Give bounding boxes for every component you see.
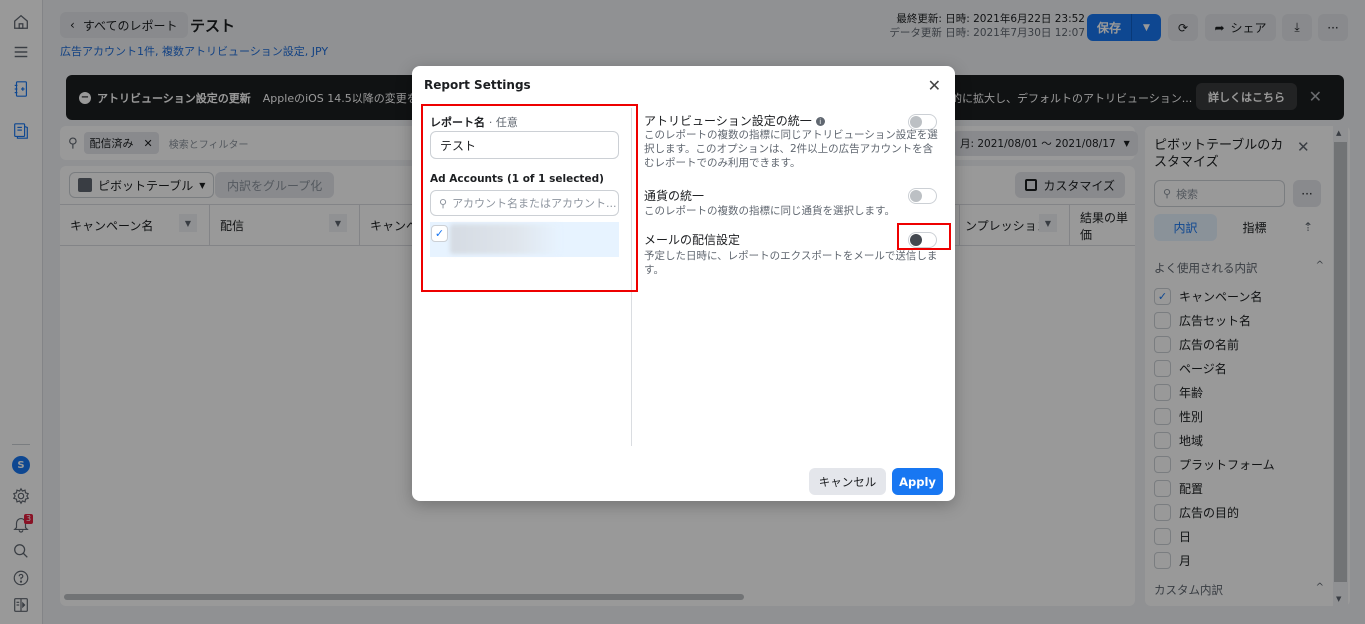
checkmark-icon: ✓ xyxy=(434,227,445,240)
toggle-knob xyxy=(910,116,922,128)
report-settings-dialog: Report Settings ✕ レポート名 · 任意 テスト Ad Acco… xyxy=(412,66,955,501)
option-title: メールの配信設定 xyxy=(644,233,741,247)
optional-text: · 任意 xyxy=(488,116,518,129)
report-name-label: レポート名 · 任意 xyxy=(430,114,518,130)
redacted-account-name xyxy=(450,224,560,254)
info-icon[interactable]: i xyxy=(815,117,825,126)
account-checkbox[interactable]: ✓ xyxy=(431,225,448,242)
toggle-knob xyxy=(910,190,922,202)
option-title: 通貨の統一 xyxy=(644,189,705,203)
option-description: このレポートの複数の指標に同じ通貨を選択します。 xyxy=(644,205,895,217)
search-placeholder: アカウント名またはアカウント... xyxy=(452,197,617,210)
apply-button[interactable]: Apply xyxy=(892,468,943,495)
ad-accounts-label: Ad Accounts (1 of 1 selected) xyxy=(430,173,604,185)
currency-unify-toggle[interactable] xyxy=(908,188,937,204)
option-title-text: アトリビューション設定の統一 xyxy=(644,114,812,128)
close-icon[interactable]: ✕ xyxy=(928,76,941,95)
option-description: 予定した日時に、レポートのエクスポートをメールで送信します。 xyxy=(644,250,938,276)
account-search-input[interactable]: ⚲ アカウント名またはアカウント... xyxy=(430,190,619,216)
cancel-button[interactable]: キャンセル xyxy=(809,468,886,495)
option-description: このレポートの複数の指標に同じアトリビューション設定を選択します。このオプション… xyxy=(644,129,938,169)
label-text: レポート名 xyxy=(430,116,485,129)
highlight-box xyxy=(897,223,951,250)
report-name-input[interactable]: テスト xyxy=(430,131,619,159)
account-list-item[interactable]: ✓ xyxy=(430,222,619,257)
dialog-title: Report Settings xyxy=(424,78,531,92)
option-title: アトリビューション設定の統一 i xyxy=(644,112,825,129)
search-icon: ⚲ xyxy=(439,196,448,210)
